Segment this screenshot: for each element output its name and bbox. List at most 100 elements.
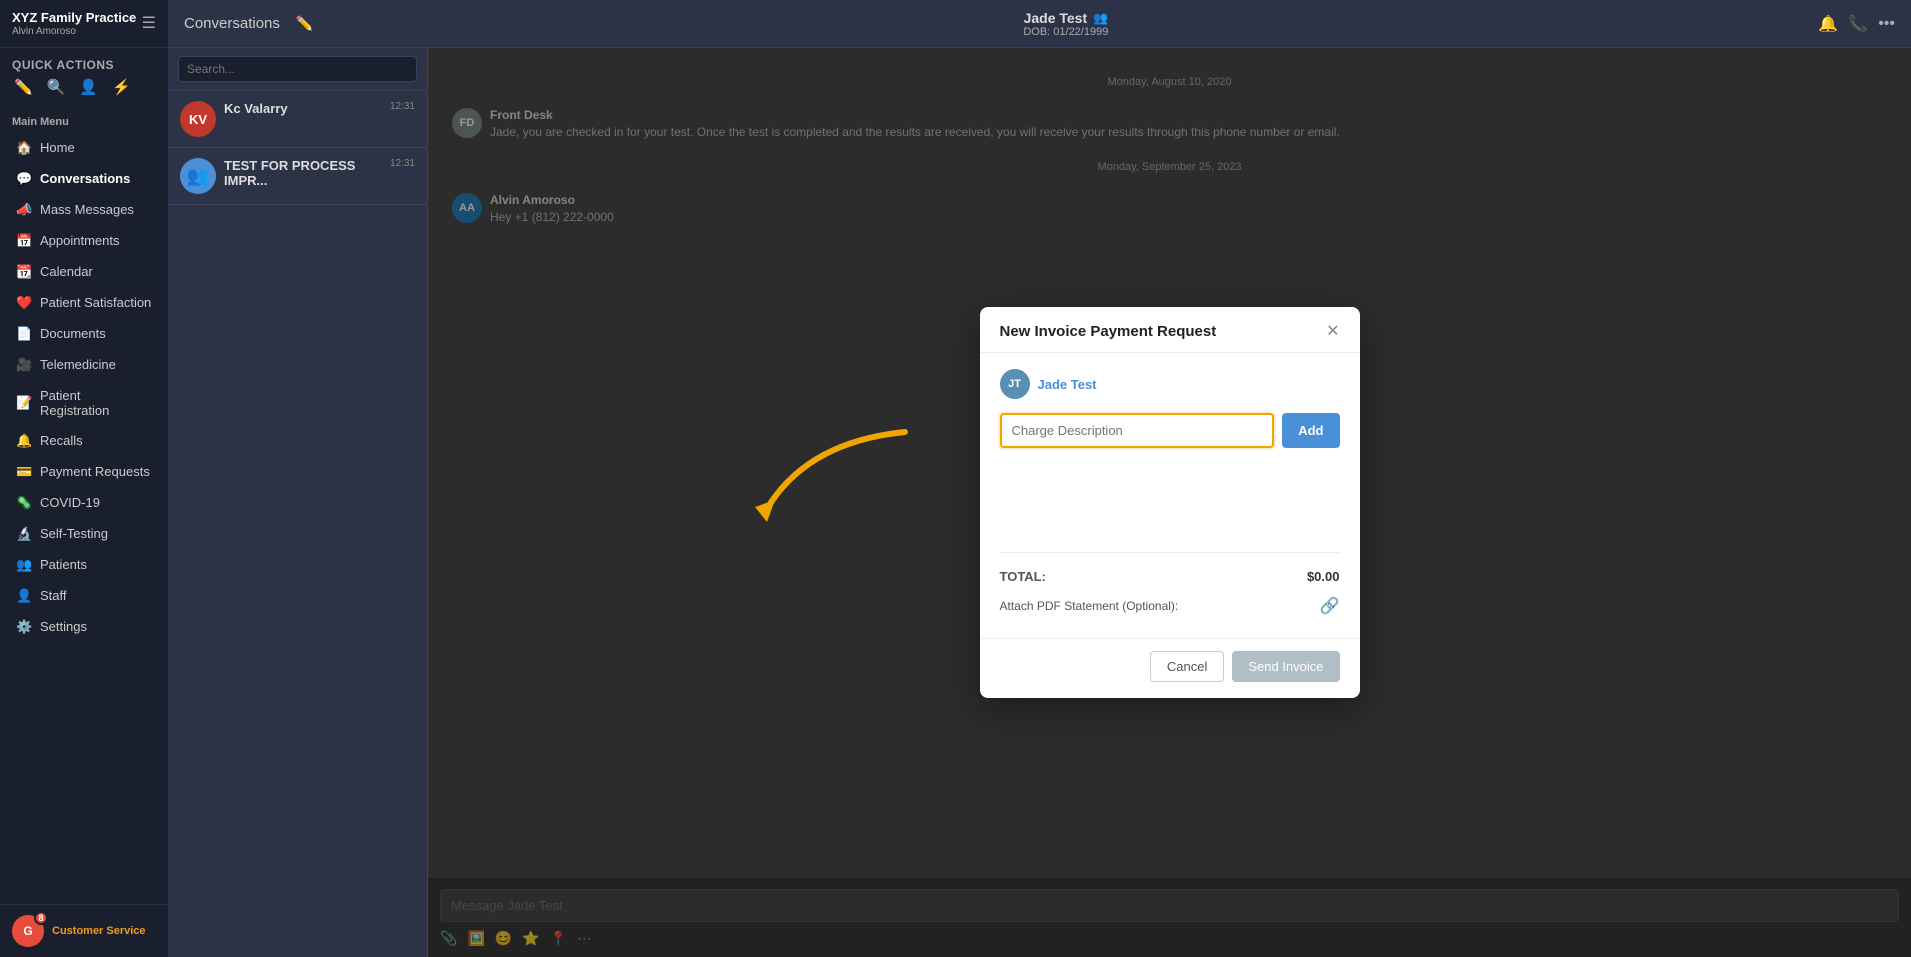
sidebar-item-telemedicine[interactable]: 🎥 Telemedicine <box>4 350 164 380</box>
sidebar-item-label: Recalls <box>40 433 83 448</box>
modal-patient-name: Jade Test <box>1038 377 1097 392</box>
topbar-right-icons: 🔔 📞 ••• <box>1818 14 1895 34</box>
conv-name: TEST FOR PROCESS IMPR... <box>224 158 382 188</box>
modal-input-row: Add <box>1000 413 1340 448</box>
sidebar-item-conversations[interactable]: 💬 Conversations <box>4 164 164 194</box>
sidebar-item-covid19[interactable]: 🦠 COVID-19 <box>4 488 164 518</box>
sidebar: XYZ Family Practice Alvin Amoroso ☰ Quic… <box>0 0 168 957</box>
modal-patient-row: JT Jade Test <box>1000 369 1340 399</box>
sidebar-item-settings[interactable]: ⚙️ Settings <box>4 612 164 642</box>
topbar-conversations-label: Conversations <box>184 15 280 32</box>
topbar-compose-icon[interactable]: ✏️ <box>296 15 313 32</box>
modal-title: New Invoice Payment Request <box>1000 323 1217 340</box>
sidebar-item-label: Patient Registration <box>40 388 152 418</box>
sidebar-item-patients[interactable]: 👥 Patients <box>4 550 164 580</box>
sidebar-item-self-testing[interactable]: 🔬 Self-Testing <box>4 519 164 549</box>
compose-icon[interactable]: ✏️ <box>14 78 33 96</box>
customer-service-label: Customer Service <box>52 925 146 937</box>
telemedicine-icon: 🎥 <box>16 357 32 373</box>
staff-icon: 👤 <box>16 588 32 604</box>
cancel-button[interactable]: Cancel <box>1150 651 1224 682</box>
sidebar-item-label: Staff <box>40 588 67 603</box>
sidebar-item-label: Home <box>40 140 75 155</box>
main-area: Conversations ✏️ Jade Test 👥 DOB: 01/22/… <box>168 0 1911 957</box>
sidebar-item-label: Patient Satisfaction <box>40 295 151 310</box>
notification-badge: 8 <box>34 911 48 925</box>
modal-body: JT Jade Test Add TOTAL: $0.00 <box>980 353 1360 638</box>
sidebar-item-appointments[interactable]: 📅 Appointments <box>4 226 164 256</box>
modal-attach-row: Attach PDF Statement (Optional): 🔗 <box>1000 590 1340 622</box>
sidebar-item-patient-registration[interactable]: 📝 Patient Registration <box>4 381 164 425</box>
phone-icon[interactable]: 📞 <box>1848 14 1868 34</box>
add-patient-icon[interactable]: 👤 <box>79 78 98 96</box>
conv-info: TEST FOR PROCESS IMPR... <box>224 158 382 190</box>
sidebar-bottom: G 8 Customer Service <box>0 904 168 957</box>
filter-icon[interactable]: ⚡ <box>112 78 131 96</box>
topbar-left: Conversations ✏️ <box>184 15 313 32</box>
attach-label: Attach PDF Statement (Optional): <box>1000 599 1179 613</box>
sidebar-item-label: Telemedicine <box>40 357 116 372</box>
sidebar-item-documents[interactable]: 📄 Documents <box>4 319 164 349</box>
conversation-list: KV Kc Valarry 12:31 👥 TEST FOR PROCESS I… <box>168 48 428 957</box>
send-invoice-button[interactable]: Send Invoice <box>1232 651 1339 682</box>
patient-group-icon: 👥 <box>1093 11 1108 25</box>
charge-description-input[interactable] <box>1000 413 1275 448</box>
list-item[interactable]: 👥 TEST FOR PROCESS IMPR... 12:31 <box>168 148 427 205</box>
modal-total-row: TOTAL: $0.00 <box>1000 563 1340 590</box>
sidebar-item-label: Calendar <box>40 264 93 279</box>
total-label: TOTAL: <box>1000 569 1046 584</box>
patient-avatar: JT <box>1000 369 1030 399</box>
avatar: KV <box>180 101 216 137</box>
conv-name: Kc Valarry <box>224 101 382 116</box>
topbar-patient-dob: DOB: 01/22/1999 <box>1023 26 1108 38</box>
sidebar-item-label: Conversations <box>40 171 130 186</box>
sidebar-item-mass-messages[interactable]: 📣 Mass Messages <box>4 195 164 225</box>
documents-icon: 📄 <box>16 326 32 342</box>
avatar[interactable]: G 8 <box>12 915 44 947</box>
self-testing-icon: 🔬 <box>16 526 32 542</box>
conv-time: 12:31 <box>390 158 415 169</box>
menu-icon[interactable]: ☰ <box>142 13 156 33</box>
sidebar-item-patient-satisfaction[interactable]: ❤️ Patient Satisfaction <box>4 288 164 318</box>
topbar-center: Jade Test 👥 DOB: 01/22/1999 <box>1023 10 1108 38</box>
list-item[interactable]: KV Kc Valarry 12:31 <box>168 91 427 148</box>
patients-icon: 👥 <box>16 557 32 573</box>
add-charge-button[interactable]: Add <box>1282 413 1339 448</box>
main-menu-label: Main Menu <box>0 108 168 132</box>
modal-close-button[interactable]: ✕ <box>1326 324 1339 340</box>
mass-messages-icon: 📣 <box>16 202 32 218</box>
calendar-icon: 📆 <box>16 264 32 280</box>
attach-pdf-icon[interactable]: 🔗 <box>1320 596 1340 616</box>
content-split: KV Kc Valarry 12:31 👥 TEST FOR PROCESS I… <box>168 48 1911 957</box>
quick-action-icons: ✏️ 🔍 👤 ⚡ <box>0 78 168 108</box>
sidebar-item-label: COVID-19 <box>40 495 100 510</box>
avatar: 👥 <box>180 158 216 194</box>
brand-title: XYZ Family Practice <box>12 10 136 26</box>
search-input[interactable] <box>178 56 417 82</box>
search-icon[interactable]: 🔍 <box>47 78 66 96</box>
sidebar-item-label: Payment Requests <box>40 464 150 479</box>
sidebar-header: XYZ Family Practice Alvin Amoroso ☰ <box>0 0 168 48</box>
conversations-icon: 💬 <box>16 171 32 187</box>
sidebar-item-label: Appointments <box>40 233 120 248</box>
modal-dialog: New Invoice Payment Request ✕ JT Jade Te… <box>980 307 1360 698</box>
modal-footer: Cancel Send Invoice <box>980 638 1360 698</box>
patient-registration-icon: 📝 <box>16 395 32 411</box>
total-value: $0.00 <box>1307 569 1340 584</box>
sidebar-item-label: Mass Messages <box>40 202 134 217</box>
sidebar-item-payment-requests[interactable]: 💳 Payment Requests <box>4 457 164 487</box>
more-options-icon[interactable]: ••• <box>1878 15 1895 33</box>
conv-time: 12:31 <box>390 101 415 112</box>
notification-icon[interactable]: 🔔 <box>1818 14 1838 34</box>
sidebar-item-calendar[interactable]: 📆 Calendar <box>4 257 164 287</box>
covid-icon: 🦠 <box>16 495 32 511</box>
sidebar-item-home[interactable]: 🏠 Home <box>4 133 164 163</box>
sidebar-item-label: Self-Testing <box>40 526 108 541</box>
sidebar-item-recalls[interactable]: 🔔 Recalls <box>4 426 164 456</box>
quick-actions-label: Quick Actions <box>0 48 168 78</box>
sidebar-item-staff[interactable]: 👤 Staff <box>4 581 164 611</box>
conv-info: Kc Valarry <box>224 101 382 118</box>
appointments-icon: 📅 <box>16 233 32 249</box>
home-icon: 🏠 <box>16 140 32 156</box>
modal-backdrop: New Invoice Payment Request ✕ JT Jade Te… <box>428 48 1911 957</box>
